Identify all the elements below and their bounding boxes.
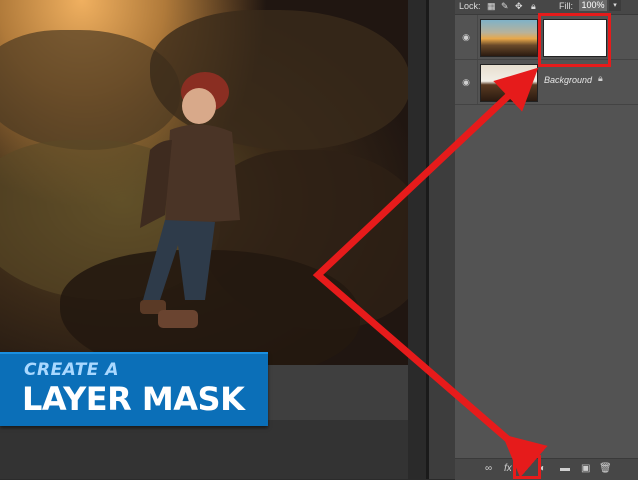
new-layer-icon[interactable]: ▣ xyxy=(581,463,590,475)
layer-name-background[interactable]: Background xyxy=(544,75,592,85)
layers-panel-footer: ∞ fx ◙ ◐ ▬ ▣ 🗑︎ xyxy=(455,458,638,480)
panel-dock-strip xyxy=(429,0,455,479)
group-folder-icon[interactable]: ▬ xyxy=(560,463,570,475)
fill-label: Fill: xyxy=(559,1,573,11)
banner-line1: CREATE A xyxy=(24,360,119,380)
mask-highlight-box xyxy=(538,13,611,67)
document-canvas[interactable]: CREATE A LAYER MASK xyxy=(0,0,408,479)
add-mask-button-highlight xyxy=(513,455,541,479)
title-banner: CREATE A LAYER MASK xyxy=(0,352,268,426)
lock-transparent-icon[interactable]: ▦ xyxy=(487,1,496,12)
canvas-scrollbar[interactable] xyxy=(408,0,426,479)
fill-dropdown-icon[interactable]: ▾ xyxy=(609,0,621,11)
photo-boy-on-rocks xyxy=(0,0,408,365)
lock-all-icon[interactable]: 🔒︎ xyxy=(531,1,536,12)
layer-lock-icon: 🔒︎ xyxy=(598,73,603,83)
visibility-eye-icon[interactable]: ◉ xyxy=(459,30,473,44)
layer-thumbnail-background[interactable] xyxy=(480,64,538,102)
boy-figure xyxy=(140,72,240,328)
canvas-status-strip xyxy=(0,420,408,479)
visibility-eye-icon[interactable]: ◉ xyxy=(459,75,473,89)
fill-input[interactable]: 100% xyxy=(579,0,607,11)
fx-icon[interactable]: fx xyxy=(504,463,512,475)
layer-thumbnail-sunset[interactable] xyxy=(480,19,538,57)
layers-panel: Lock: ▦ ✎ ✥ 🔒︎ Fill: 100% ▾ ◉ ◉ Backgrou… xyxy=(455,0,638,480)
lock-pixels-icon[interactable]: ✎ xyxy=(501,1,509,12)
link-icon[interactable]: ∞ xyxy=(485,463,492,475)
lock-position-icon[interactable]: ✥ xyxy=(515,1,523,12)
banner-line2: LAYER MASK xyxy=(22,380,245,418)
trash-icon[interactable]: 🗑︎ xyxy=(599,463,612,475)
lock-label: Lock: xyxy=(459,1,481,11)
